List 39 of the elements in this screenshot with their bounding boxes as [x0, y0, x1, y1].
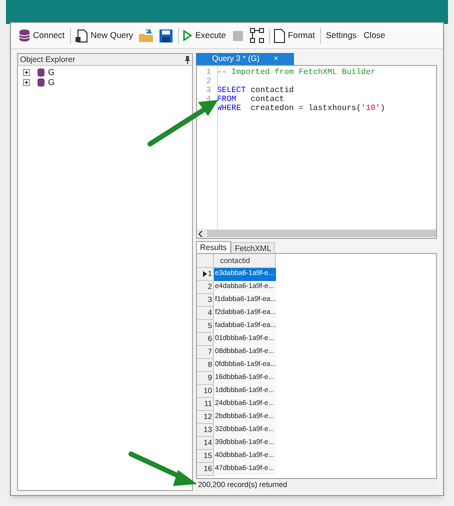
- arrow-drawing: [128, 452, 197, 486]
- results-tab[interactable]: FetchXML: [230, 242, 276, 253]
- play-icon: [183, 30, 192, 41]
- save-icon: [159, 28, 174, 42]
- line-number: 4: [205, 94, 212, 106]
- tree-item[interactable]: G: [23, 77, 192, 87]
- toolbar-button[interactable]: New Query: [72, 26, 136, 44]
- tab-label: Query 3 * (G): [212, 53, 260, 65]
- toolbar-button[interactable]: Format: [272, 26, 317, 44]
- expand-toggle[interactable]: [23, 68, 30, 76]
- toolbar-button[interactable]: Execute: [181, 26, 228, 44]
- toolbar-button[interactable]: Settings: [322, 26, 360, 44]
- line-number: 3: [205, 84, 212, 96]
- panel-title: Object Explorer: [20, 54, 76, 66]
- scroll-left-icon[interactable]: [197, 230, 205, 238]
- diagram-icon: [250, 28, 264, 43]
- code-line: FROM contact: [216, 94, 284, 104]
- tree-item[interactable]: G: [23, 67, 192, 77]
- save-button[interactable]: [157, 26, 176, 44]
- document-icon: [274, 28, 285, 42]
- results-tab[interactable]: Results: [196, 241, 231, 253]
- code-line: SELECT contactid: [216, 84, 294, 96]
- document-icon: [74, 28, 88, 42]
- close-button[interactable]: ×: [274, 53, 278, 65]
- query-tab[interactable]: Query 3 * (G) ×: [196, 53, 294, 65]
- database-icon: [19, 29, 30, 42]
- toolbar-button[interactable]: [248, 26, 266, 44]
- line-number: 1: [205, 66, 212, 78]
- arrow-drawing: [148, 100, 218, 146]
- toolbar-button[interactable]: Close: [360, 26, 388, 44]
- line-number: 2: [205, 76, 212, 86]
- expand-toggle[interactable]: [23, 78, 30, 86]
- tree-label: G: [48, 76, 55, 88]
- pin-icon[interactable]: [185, 56, 190, 64]
- tree-label: G: [48, 66, 55, 78]
- code-line: -- Imported from FetchXML Builder: [216, 66, 376, 78]
- folder-icon: [138, 28, 154, 42]
- horizontal-scrollbar[interactable]: [197, 229, 436, 238]
- toolbar-button[interactable]: Connect: [17, 26, 67, 44]
